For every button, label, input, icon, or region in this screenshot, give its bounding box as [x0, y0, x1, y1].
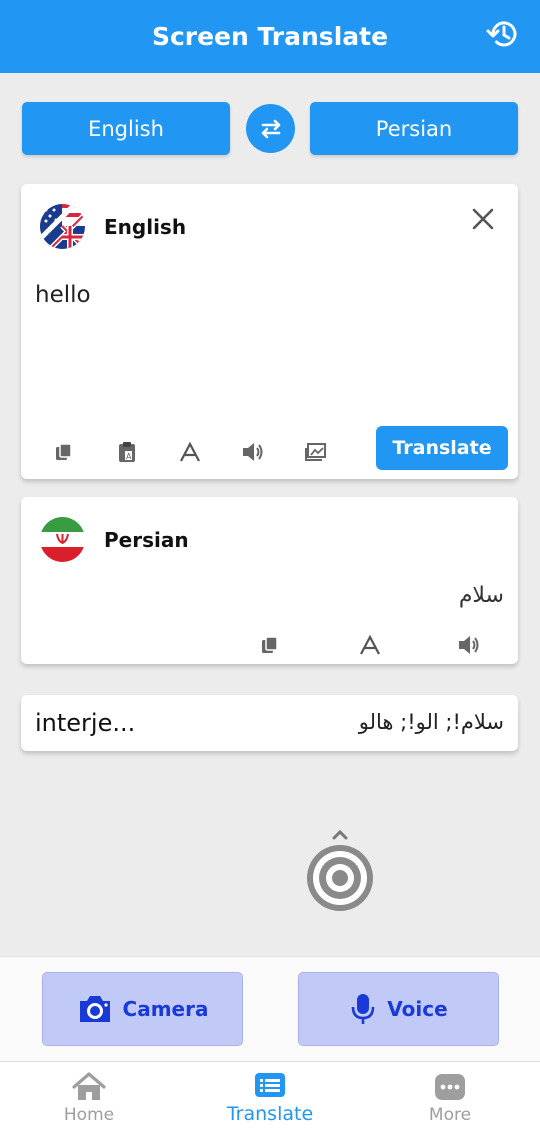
iran-flag-icon — [40, 517, 85, 562]
image-icon[interactable] — [304, 440, 328, 464]
camera-icon — [79, 996, 110, 1022]
svg-text:A: A — [126, 452, 132, 461]
speaker-icon[interactable] — [241, 440, 265, 464]
microphone-icon — [351, 994, 375, 1024]
result-card-header: Persian — [40, 517, 189, 562]
copy-icon[interactable] — [52, 440, 76, 464]
source-card-header: English — [40, 204, 186, 249]
translate-button[interactable]: Translate — [376, 426, 508, 470]
app-header: Screen Translate — [0, 0, 540, 73]
dictionary-card[interactable]: interje... سلام!; الو!; هالو — [21, 695, 518, 751]
uk-us-flag-icon — [40, 204, 85, 249]
nav-label-more: More — [428, 1105, 472, 1125]
source-text[interactable]: hello — [35, 282, 91, 308]
voice-label: Voice — [387, 997, 448, 1021]
text-format-icon[interactable] — [178, 440, 202, 464]
history-icon[interactable] — [484, 16, 520, 52]
more-icon — [435, 1074, 465, 1100]
close-icon[interactable] — [468, 204, 498, 234]
bottom-nav: Home Translate More — [0, 1061, 540, 1133]
nav-item-translate[interactable]: Translate — [210, 1072, 330, 1125]
swap-icon — [261, 119, 280, 138]
target-language-button[interactable]: Persian — [310, 102, 518, 155]
floating-target-button[interactable] — [304, 829, 376, 912]
home-icon — [72, 1072, 106, 1100]
dictionary-word: interje... — [35, 709, 136, 737]
camera-label: Camera — [122, 997, 209, 1021]
result-card-language: Persian — [104, 527, 189, 552]
result-card: Persian سلام — [21, 497, 518, 664]
nav-label-home: Home — [63, 1105, 115, 1125]
page-title: Screen Translate — [151, 22, 389, 51]
text-format-icon[interactable] — [358, 633, 382, 657]
nav-item-home[interactable]: Home — [29, 1072, 149, 1125]
nav-label-translate: Translate — [226, 1103, 314, 1125]
paste-icon[interactable]: A — [115, 440, 139, 464]
dictionary-meaning: سلام!; الو!; هالو — [358, 710, 504, 734]
action-bar: Camera Voice — [0, 956, 540, 1061]
camera-button[interactable]: Camera — [42, 972, 243, 1046]
source-language-button[interactable]: English — [22, 102, 230, 155]
source-card: English hello A Translate — [21, 184, 518, 479]
speaker-icon[interactable] — [457, 633, 481, 657]
voice-button[interactable]: Voice — [298, 972, 499, 1046]
app-root: Screen Translate English Persian English… — [0, 0, 540, 1133]
result-text: سلام — [458, 583, 504, 608]
nav-item-more[interactable]: More — [390, 1072, 510, 1125]
swap-languages-button[interactable] — [246, 104, 295, 153]
copy-icon[interactable] — [258, 633, 282, 657]
translate-list-icon — [255, 1073, 285, 1097]
source-card-language: English — [104, 214, 187, 239]
